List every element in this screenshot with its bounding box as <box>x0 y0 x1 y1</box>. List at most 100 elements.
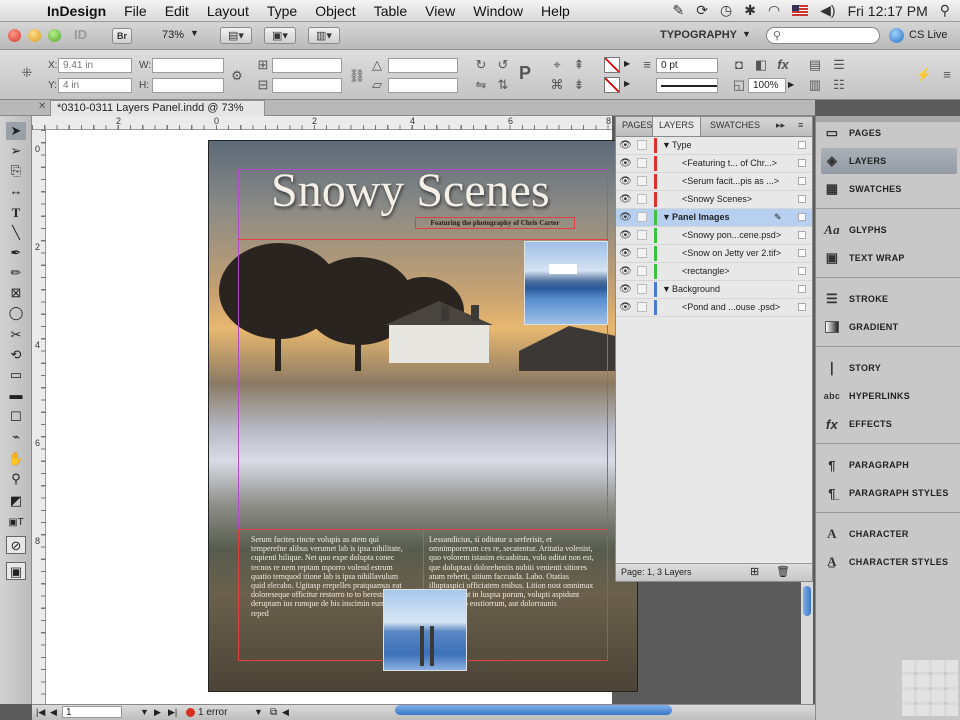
stroke-menu-icon[interactable]: ▶ <box>624 79 630 88</box>
cs-live-button[interactable]: CS Live <box>909 29 948 41</box>
screen-mode-button[interactable]: ▣▾ <box>264 27 296 44</box>
flip-vertical-icon[interactable]: ⇅ <box>494 76 512 94</box>
panel-collapse-icon[interactable]: ▸▸ <box>776 120 785 131</box>
layer-item-row[interactable]: 👁 <Snow on Jetty ver 2.tif> <box>616 245 812 263</box>
page-tool-icon[interactable]: ⎘ <box>6 162 26 180</box>
dock-swatches[interactable]: ▦ SWATCHES <box>821 176 957 202</box>
object-effects-icon[interactable]: ◧ <box>752 56 770 74</box>
minimize-window-button[interactable] <box>28 29 41 42</box>
scroll-left-icon[interactable]: ◀ <box>282 705 289 720</box>
dock-paragraph-styles[interactable]: ¶̲ PARAGRAPH STYLES <box>821 480 957 506</box>
item-name[interactable]: <Pond and ...ouse .psd> <box>682 299 780 316</box>
menu-table[interactable]: Table <box>365 3 416 19</box>
screen-mode-icon[interactable]: ▣ <box>6 562 26 580</box>
formatting-affects-icon[interactable]: ▣T <box>6 514 26 532</box>
spotlight-icon[interactable]: ⚲ <box>940 2 950 19</box>
delete-layer-icon[interactable]: 🗑 <box>776 564 790 581</box>
direct-selection-tool-icon[interactable]: ➢ <box>6 142 26 160</box>
arrange-documents-button[interactable]: ▥▾ <box>308 27 340 44</box>
apply-none-icon[interactable]: ⊘ <box>6 536 26 554</box>
gradient-feather-tool-icon[interactable]: ▬ <box>6 386 26 404</box>
dock-layers[interactable]: ◈ LAYERS <box>821 148 957 174</box>
visibility-eye-icon[interactable]: 👁 <box>619 173 633 190</box>
layer-item-row[interactable]: 👁 <Featuring t... of Chr...> <box>616 155 812 173</box>
tab-pages[interactable]: PAGES <box>622 120 652 130</box>
page-dropdown-icon[interactable]: ▼ <box>140 705 149 720</box>
layer-item-row[interactable]: 👁 <Snowy Scenes> <box>616 191 812 209</box>
expand-triangle-icon[interactable]: ▼ <box>662 209 671 226</box>
opacity-menu-icon[interactable]: ▶ <box>788 80 794 89</box>
pencil-tool-icon[interactable]: ✏ <box>6 264 26 282</box>
wifi-icon[interactable]: ◠ <box>768 2 780 19</box>
workspace-switcher[interactable]: TYPOGRAPHY <box>660 29 737 41</box>
zoom-dropdown-icon[interactable]: ▼ <box>190 28 199 38</box>
eyedropper-tool-icon[interactable]: ⌁ <box>6 428 26 446</box>
rotate-cw-icon[interactable]: ↻ <box>472 56 490 74</box>
scale-y-field[interactable] <box>272 78 342 93</box>
volume-icon[interactable]: ◀) <box>820 2 835 19</box>
height-field[interactable] <box>152 78 224 93</box>
visibility-eye-icon[interactable]: 👁 <box>619 281 633 298</box>
select-content-icon[interactable]: ⌘ <box>548 76 566 94</box>
menu-object[interactable]: Object <box>306 3 364 19</box>
horizontal-scroll-thumb[interactable] <box>395 705 672 715</box>
layer-item-row[interactable]: 👁 <Snowy pon...cene.psd> <box>616 227 812 245</box>
tab-swatches[interactable]: SWATCHES <box>710 120 760 130</box>
dock-hyperlinks[interactable]: abc HYPERLINKS <box>821 383 957 409</box>
free-transform-tool-icon[interactable]: ⟲ <box>6 346 26 364</box>
item-name[interactable]: <Serum facit...pis as ...> <box>682 173 779 190</box>
note-tool-icon[interactable]: ☐ <box>6 408 26 426</box>
flip-horizontal-icon[interactable]: ⇋ <box>472 76 490 94</box>
visibility-eye-icon[interactable]: 👁 <box>619 245 633 262</box>
drop-shadow-icon[interactable]: ◘ <box>730 56 748 74</box>
menu-window[interactable]: Window <box>464 3 532 19</box>
help-search-field[interactable]: ⚲ <box>766 27 880 44</box>
layer-row-panel-images[interactable]: 👁 ▼ Panel Images ✎ <box>616 209 812 227</box>
select-square[interactable] <box>798 213 806 221</box>
x-position-field[interactable]: 9.41 in <box>58 58 132 73</box>
page-number-field[interactable]: 1 <box>62 706 122 718</box>
width-field[interactable] <box>152 58 224 73</box>
rotate-icon[interactable]: △ <box>368 56 386 74</box>
opacity-field[interactable]: 100% <box>748 78 786 93</box>
scissors-tool-icon[interactable]: ✂ <box>6 326 26 344</box>
stroke-type-field[interactable] <box>656 78 718 93</box>
lock-toggle[interactable] <box>637 230 647 240</box>
flag-icon[interactable] <box>792 5 809 16</box>
menu-app[interactable]: InDesign <box>38 3 115 19</box>
zoom-tool-icon[interactable]: ⚲ <box>6 470 26 488</box>
view-options-button[interactable]: ▤▾ <box>220 27 252 44</box>
menu-view[interactable]: View <box>416 3 464 19</box>
item-name[interactable]: <Snow on Jetty ver 2.tif> <box>682 245 781 262</box>
fill-stroke-icon[interactable]: ◩ <box>6 492 26 510</box>
gap-tool-icon[interactable]: ↔ <box>6 182 26 200</box>
vertical-scroll-thumb[interactable] <box>803 586 811 616</box>
layer-item-row[interactable]: 👁 <Pond and ...ouse .psd> <box>616 299 812 317</box>
layer-row-type[interactable]: 👁 ▼ Type <box>616 137 812 155</box>
dock-story[interactable]: ❘ STORY <box>821 355 957 381</box>
visibility-eye-icon[interactable]: 👁 <box>619 137 633 154</box>
align-icon[interactable]: ☷ <box>830 76 848 94</box>
layer-item-row[interactable]: 👁 <Serum facit...pis as ...> <box>616 173 812 191</box>
select-container-icon[interactable]: ⌖ <box>548 56 566 74</box>
lock-toggle[interactable] <box>637 194 647 204</box>
scale-x-icon[interactable]: ⊞ <box>254 56 272 74</box>
first-page-icon[interactable]: |◀ <box>36 705 45 720</box>
hand-tool-icon[interactable]: ✋ <box>6 450 26 468</box>
select-square[interactable] <box>798 249 806 257</box>
prev-page-icon[interactable]: ◀ <box>50 705 57 720</box>
lock-toggle[interactable] <box>637 176 647 186</box>
scale-y-icon[interactable]: ⊟ <box>254 76 272 94</box>
close-window-button[interactable] <box>8 29 21 42</box>
type-tool-icon[interactable]: T <box>6 204 26 222</box>
visibility-eye-icon[interactable]: 👁 <box>619 227 633 244</box>
visibility-eye-icon[interactable]: 👁 <box>619 299 633 316</box>
control-panel-menu-icon[interactable]: ≡ <box>938 66 956 84</box>
panel-menu-icon[interactable]: ≡ <box>798 120 803 130</box>
item-name[interactable]: <Featuring t... of Chr...> <box>682 155 777 172</box>
auto-fit-icon[interactable]: ▤ <box>806 56 824 74</box>
sync-status-icon[interactable]: ⟳ <box>696 2 708 19</box>
inset-image-jetty[interactable] <box>383 589 467 671</box>
quick-apply-icon[interactable]: ⚡ <box>915 66 933 84</box>
fill-swatch[interactable] <box>604 57 620 73</box>
